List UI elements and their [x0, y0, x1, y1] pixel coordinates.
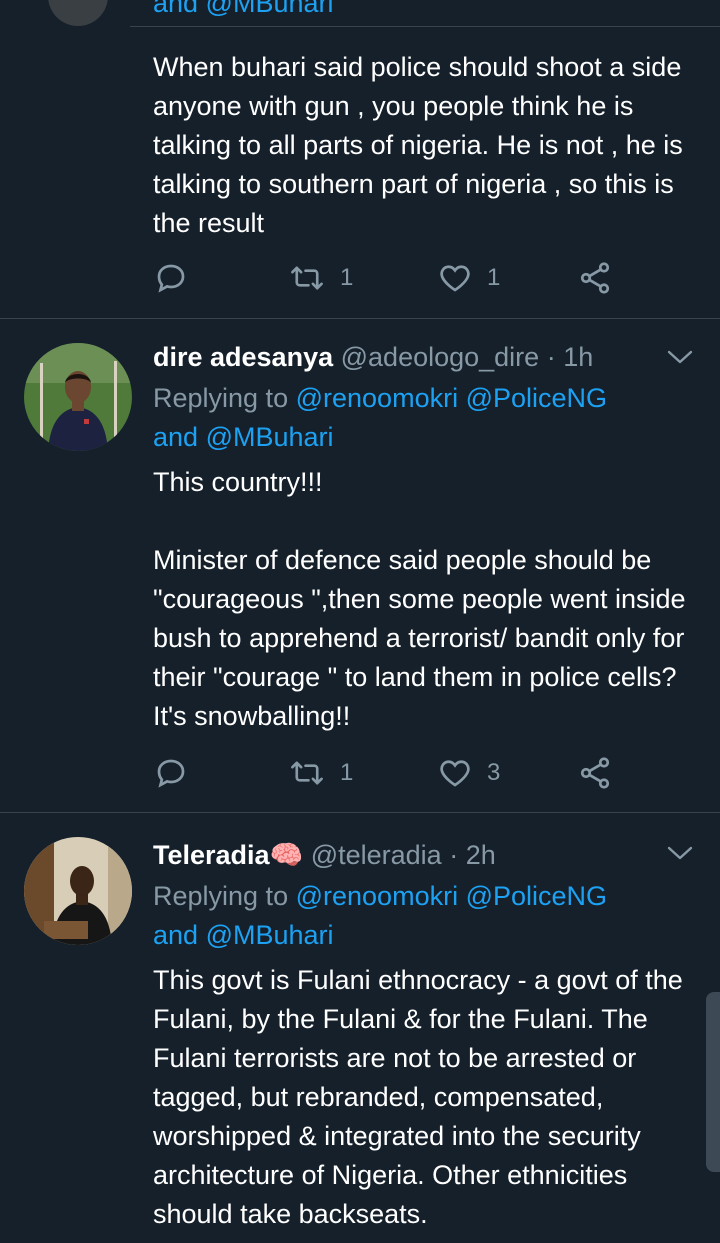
separator-dot: · [449, 840, 459, 870]
brain-emoji-icon: 🧠 [269, 840, 304, 870]
mention-link[interactable]: @MBuhari [206, 920, 334, 950]
share-icon [580, 262, 610, 294]
mention-link[interactable]: @renoomokri [296, 383, 458, 413]
chevron-down-icon[interactable] [666, 347, 694, 367]
tweet[interactable]: dire adesanya @adeologo_dire · 1h Replyi… [0, 319, 720, 813]
avatar-partial[interactable] [48, 0, 108, 26]
mention-link[interactable]: @PoliceNG [466, 383, 607, 413]
retweet-icon [291, 266, 323, 290]
retweet-count: 1 [340, 264, 354, 291]
user-handle[interactable]: @adeologo_dire [341, 342, 540, 372]
timestamp[interactable]: 2h [466, 840, 496, 870]
tweet-actions: 1 3 [153, 753, 623, 793]
like-button[interactable]: 3 [437, 753, 500, 793]
mention-and: and [153, 920, 199, 950]
mention-link[interactable]: @renoomokri [296, 881, 458, 911]
share-icon [580, 757, 610, 789]
avatar[interactable] [24, 837, 132, 945]
reply-button[interactable] [153, 753, 189, 793]
replying-to: Replying to @renoomokri @PoliceNG and @M… [153, 877, 690, 955]
display-name[interactable]: Teleradia [153, 840, 270, 870]
tweet-header: dire adesanya @adeologo_dire · 1h [153, 339, 680, 375]
avatar-photo [24, 343, 132, 451]
retweet-button[interactable]: 1 [288, 753, 353, 793]
tweet-text: This country!!! Minister of defence said… [153, 467, 686, 731]
reply-mentions-cut[interactable]: and @MBuhari [153, 0, 334, 20]
heart-icon [440, 760, 470, 787]
separator-dot: · [546, 342, 556, 372]
scrollbar-thumb[interactable] [706, 992, 720, 1172]
tweet-actions: 1 1 [153, 258, 623, 298]
avatar[interactable] [24, 343, 132, 451]
user-handle[interactable]: @teleradia [311, 840, 442, 870]
avatar-photo [24, 837, 132, 945]
replying-to-label: Replying to [153, 383, 289, 413]
share-button[interactable] [577, 258, 613, 298]
reply-button[interactable] [153, 258, 189, 298]
retweet-button[interactable]: 1 [288, 258, 353, 298]
mention-and: and [153, 422, 199, 452]
like-count: 3 [487, 759, 501, 786]
tweet[interactable]: Teleradia🧠 @teleradia · 2h Replying to @… [0, 813, 720, 1243]
like-button[interactable]: 1 [437, 258, 500, 298]
timestamp[interactable]: 1h [563, 342, 593, 372]
reply-icon [157, 759, 185, 788]
tweet-header: Teleradia🧠 @teleradia · 2h [153, 837, 680, 873]
share-button[interactable] [577, 753, 613, 793]
mention-link[interactable]: @MBuhari [206, 422, 334, 452]
reply-icon [157, 264, 185, 293]
heart-icon [440, 265, 470, 292]
tweet-partial[interactable]: and @MBuhari When buhari said police sho… [0, 0, 720, 319]
display-name[interactable]: dire adesanya [153, 342, 333, 372]
replying-to-label: Replying to [153, 881, 289, 911]
mention-link[interactable]: @PoliceNG [466, 881, 607, 911]
like-count: 1 [487, 264, 501, 291]
chevron-down-icon[interactable] [666, 843, 694, 863]
retweet-icon [291, 761, 323, 785]
tweet-text: This govt is Fulani ethnocracy - a govt … [153, 965, 683, 1229]
tweet-text: When buhari said police should shoot a s… [153, 52, 683, 238]
replying-to: Replying to @renoomokri @PoliceNG and @M… [153, 379, 690, 457]
thread-divider [130, 26, 720, 27]
retweet-count: 1 [340, 759, 354, 786]
